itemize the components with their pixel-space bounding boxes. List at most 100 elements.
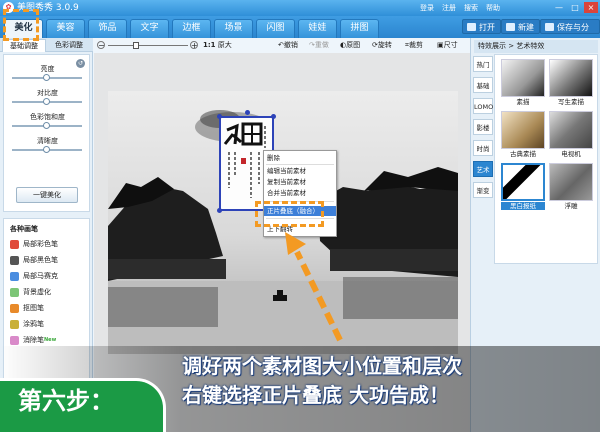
brush-label: 局部黑色笔 [23, 256, 58, 264]
brush-item[interactable]: 局部彩色笔 [10, 239, 58, 250]
resize-handle[interactable] [217, 208, 222, 213]
slider-knob[interactable] [43, 98, 50, 105]
tab-scenes[interactable]: 场景 [214, 19, 253, 38]
search-link[interactable]: 搜索 [464, 3, 478, 13]
brush-item[interactable]: 背景虚化 [10, 287, 51, 298]
crop-button[interactable]: ⌗裁剪 [405, 41, 423, 50]
slider-label-sharpness: 清晰度 [37, 137, 58, 145]
main-tab-bar: 美化 美容 饰品 文字 边框 场景 闪图 娃娃 拼图 打开 新建 保存与分享 [0, 16, 600, 47]
effect-grid: 素描 写生素描 古典素描 电视机 黑白报纸 浮雕 [494, 54, 598, 264]
minimize-button[interactable]: — [552, 2, 566, 13]
tab-accessories[interactable]: 饰品 [88, 19, 127, 38]
effect-category-tab[interactable]: 时尚 [473, 140, 493, 156]
new-badge: New [44, 337, 57, 343]
resize-button[interactable]: ▣尺寸 [437, 41, 458, 50]
slider-knob[interactable] [43, 146, 50, 153]
slider-knob[interactable] [43, 74, 50, 81]
open-button[interactable]: 打开 [462, 19, 501, 34]
slider-label-brightness: 亮度 [40, 65, 55, 73]
slider-label-contrast: 对比度 [37, 89, 58, 97]
effect-label: 素描 [516, 98, 530, 106]
menu-item-copy[interactable]: 复制当前素材 [264, 177, 336, 187]
brush-item[interactable]: 局部黑色笔 [10, 255, 58, 266]
zoom-in-button[interactable]: + [190, 41, 198, 50]
tab-color-adjust[interactable]: 色彩调整 [47, 39, 91, 52]
undo-button[interactable]: ↶撤销 [278, 41, 298, 50]
slider-label-saturation: 色彩饱和度 [30, 113, 65, 121]
brush-label: 局部彩色笔 [23, 240, 58, 248]
menu-item-edit[interactable]: 编辑当前素材 [264, 166, 336, 176]
redo-label: 重做 [314, 41, 329, 49]
slider-brightness[interactable] [12, 74, 82, 81]
login-link[interactable]: 登录 [420, 3, 434, 13]
save-share-button[interactable]: 保存与分享 [540, 19, 600, 47]
brush-label: 局部马赛克 [23, 272, 58, 280]
effect-label: 浮雕 [564, 202, 578, 210]
crop-label: 裁剪 [408, 41, 423, 49]
menu-item-delete[interactable]: 删除 [264, 153, 336, 163]
zoom-ratio[interactable]: 1:1 原大 [203, 41, 232, 50]
brush-icon [10, 304, 19, 313]
zoom-out-button[interactable]: − [97, 41, 105, 50]
brush-item[interactable]: 抠图笔 [10, 303, 44, 314]
zoom-slider[interactable] [108, 45, 188, 46]
rotate-label: 旋转 [377, 41, 392, 49]
rotate-button[interactable]: ⟳旋转 [372, 41, 392, 50]
effect-category-tab[interactable]: 基础 [473, 77, 493, 93]
title-bar: ✿ 美图秀秀 3.0.9 登录 注册 搜索 帮助 — □ × [0, 0, 600, 16]
brush-item[interactable]: 涂鸦笔 [10, 319, 44, 330]
redo-button[interactable]: ↷重做 [309, 41, 329, 50]
effect-thumb-tv[interactable] [549, 111, 593, 149]
new-button[interactable]: 新建 [501, 19, 540, 34]
new-label: 新建 [518, 23, 534, 32]
menu-item-merge[interactable]: 合并当前素材 [264, 188, 336, 198]
brush-item[interactable]: 局部马赛克 [10, 271, 58, 282]
help-link[interactable]: 帮助 [486, 3, 500, 13]
brush-icon [10, 272, 19, 281]
maximize-button[interactable]: □ [568, 2, 582, 13]
brush-icon [10, 320, 19, 329]
one-key-beautify-button[interactable]: 一键美化 [16, 187, 78, 203]
effect-category-tab[interactable]: 艺术 [473, 161, 493, 177]
folder-icon [467, 23, 476, 31]
tab-dolls[interactable]: 娃娃 [298, 19, 337, 38]
zoom-ratio-value: 1:1 [203, 41, 216, 49]
open-label: 打开 [479, 23, 495, 32]
callout-menu-highlight [255, 201, 324, 227]
slider-contrast[interactable] [12, 98, 82, 105]
zoom-slider-knob[interactable] [133, 42, 139, 49]
tab-flash[interactable]: 闪图 [256, 19, 295, 38]
tab-frames[interactable]: 边框 [172, 19, 211, 38]
effect-thumb-life-sketch[interactable] [549, 59, 593, 97]
tab-beauty[interactable]: 美容 [46, 19, 85, 38]
register-link[interactable]: 注册 [442, 3, 456, 13]
close-button[interactable]: × [584, 2, 598, 13]
slider-knob[interactable] [43, 122, 50, 129]
rotate-handle[interactable] [245, 110, 250, 115]
effect-label: 古典素描 [510, 150, 536, 158]
effect-category-tab[interactable]: 影楼 [473, 119, 493, 135]
brush-item[interactable]: 消除笔New [10, 335, 56, 346]
title-links: 登录 注册 搜索 帮助 [420, 3, 500, 13]
resize-handle[interactable] [271, 114, 276, 119]
slider-sharpness[interactable] [12, 146, 82, 153]
effect-category-tab[interactable]: LOMO [473, 98, 493, 114]
effect-category-tab[interactable]: 渐变 [473, 182, 493, 198]
effect-thumb-newspaper[interactable] [501, 163, 545, 201]
undo-label: 撤销 [283, 41, 298, 49]
tab-collage[interactable]: 拼图 [340, 19, 379, 38]
effect-thumb-sketch[interactable] [501, 59, 545, 97]
effect-thumb-classic-sketch[interactable] [501, 111, 545, 149]
resize-handle[interactable] [217, 114, 222, 119]
effect-category-tab[interactable]: 热门 [473, 56, 493, 72]
slider-saturation[interactable] [12, 122, 82, 129]
original-label: 原图 [346, 41, 361, 49]
tab-text[interactable]: 文字 [130, 19, 169, 38]
brush-label: 消除笔 [23, 336, 44, 344]
effect-thumb-emboss[interactable] [549, 163, 593, 201]
original-size-label: 原大 [217, 41, 232, 49]
original-image-button[interactable]: ◐原图 [340, 41, 360, 50]
menu-separator [266, 164, 334, 165]
brush-label: 涂鸦笔 [23, 320, 44, 328]
callout-tab-highlight [3, 9, 39, 41]
